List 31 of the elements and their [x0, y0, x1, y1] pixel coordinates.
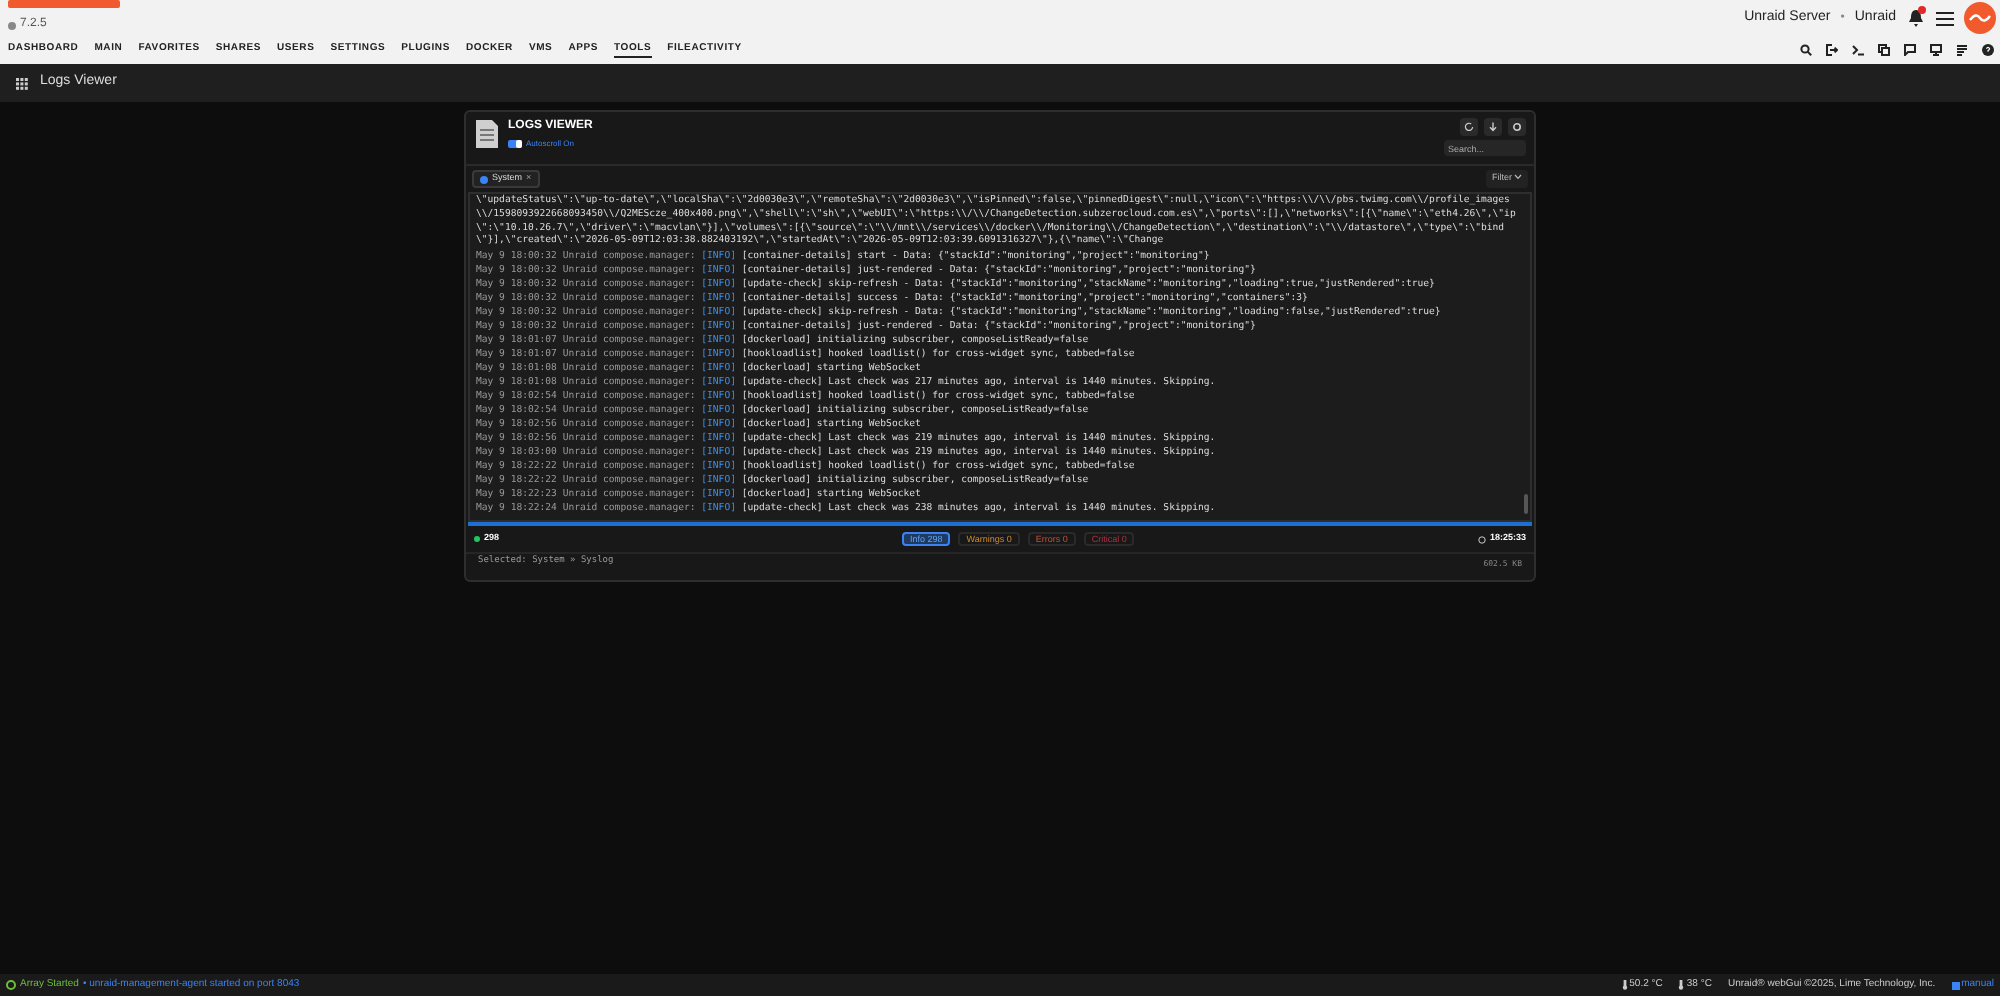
help-icon[interactable] [1982, 44, 1994, 56]
terminal-icon[interactable] [1852, 44, 1864, 56]
notification-bell[interactable] [1906, 8, 1926, 28]
refresh-icon [1464, 122, 1474, 132]
sign-out-icon[interactable] [1826, 44, 1838, 56]
refresh-button[interactable] [1460, 118, 1478, 136]
book-icon [1951, 981, 1960, 989]
download-icon [1488, 122, 1498, 132]
copy-icon[interactable] [1878, 44, 1890, 56]
thermometer-icon [1678, 980, 1685, 990]
logo-icon [8, 0, 120, 10]
dot-icon [480, 175, 488, 183]
download-button[interactable] [1484, 118, 1502, 136]
scrollbar-thumb[interactable] [1524, 494, 1528, 514]
document-icon[interactable] [1956, 44, 1968, 56]
grid-icon [16, 77, 28, 89]
dot-icon [8, 21, 16, 29]
menu-icon[interactable] [1936, 10, 1954, 26]
thermometer-icon [1621, 980, 1628, 990]
autoscroll-toggle[interactable] [508, 140, 522, 148]
settings-button[interactable] [1508, 118, 1526, 136]
chat-icon[interactable] [1904, 44, 1916, 56]
document-icon [474, 118, 500, 150]
status-dot-icon [6, 980, 16, 990]
settings-icon [1512, 122, 1522, 132]
status-dot-icon [474, 536, 480, 542]
avatar-icon[interactable] [1964, 2, 1996, 34]
search-icon[interactable] [1800, 44, 1812, 56]
clock-icon [1477, 535, 1486, 543]
monitor-icon[interactable] [1930, 44, 1942, 56]
caret-icon [1514, 174, 1522, 181]
